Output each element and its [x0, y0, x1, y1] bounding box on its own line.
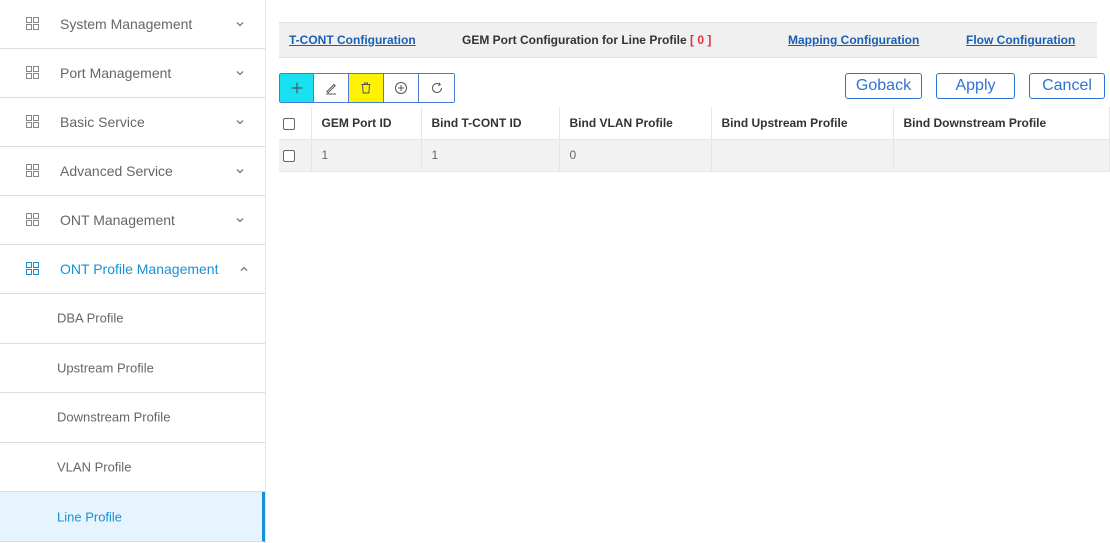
- chevron-up-icon: [240, 266, 248, 271]
- grid-icon: [26, 115, 39, 128]
- menu-label: Advanced Service: [60, 163, 173, 179]
- column-header: Bind Upstream Profile: [711, 107, 894, 139]
- menu-basic-service[interactable]: Basic Service: [0, 98, 265, 147]
- add-button[interactable]: [280, 74, 314, 102]
- delete-button[interactable]: [349, 74, 384, 102]
- tab-gem-label: GEM Port Configuration for Line Profile: [462, 33, 690, 47]
- tab-gem-port-configuration: GEM Port Configuration for Line Profile …: [462, 23, 711, 57]
- chevron-down-icon: [236, 169, 244, 174]
- tab-bar: T-CONT Configuration GEM Port Configurat…: [279, 22, 1097, 58]
- row-checkbox[interactable]: [283, 149, 295, 162]
- grid-icon: [26, 262, 39, 275]
- grid-icon: [26, 164, 39, 177]
- tab-gem-bracket: [ 0 ]: [690, 33, 712, 47]
- sidebar-item-label: DBA Profile: [57, 310, 124, 326]
- chevron-down-icon: [236, 71, 244, 76]
- column-header: Bind T-CONT ID: [421, 107, 560, 139]
- toolbar: [279, 73, 455, 103]
- chevron-down-icon: [236, 22, 244, 27]
- menu-label: Port Management: [60, 65, 172, 81]
- chevron-down-icon: [236, 120, 244, 125]
- select-all-cell: [279, 107, 312, 139]
- sidebar-item-label: Downstream Profile: [57, 409, 171, 425]
- plus-icon: [291, 82, 302, 94]
- menu-label: ONT Management: [60, 212, 175, 228]
- menu-label: ONT Profile Management: [60, 261, 219, 277]
- main-content: T-CONT Configuration GEM Port Configurat…: [279, 0, 1110, 543]
- sidebar-item-label: Line Profile: [57, 509, 123, 525]
- menu-ont-management[interactable]: ONT Management: [0, 196, 265, 245]
- grid-icon: [26, 17, 39, 30]
- tab-flow-configuration[interactable]: Flow Configuration: [966, 23, 1075, 57]
- grid-icon: [26, 66, 39, 79]
- grid-icon: [26, 213, 39, 226]
- menu-port-management[interactable]: Port Management: [0, 49, 265, 98]
- sidebar-item-line-profile[interactable]: Line Profile: [0, 492, 265, 542]
- menu-ont-profile-management[interactable]: ONT Profile Management: [0, 245, 265, 294]
- sidebar-item-downstream-profile[interactable]: Downstream Profile: [0, 393, 265, 443]
- table-row[interactable]: 1 1 0: [279, 138, 1110, 172]
- edit-icon: [326, 83, 336, 95]
- menu-label: Basic Service: [60, 114, 145, 130]
- insert-button[interactable]: [384, 74, 419, 102]
- select-all-checkbox[interactable]: [283, 117, 295, 130]
- cancel-button[interactable]: Cancel: [1029, 73, 1105, 99]
- menu-system-management[interactable]: System Management: [0, 0, 265, 49]
- table-cell: [711, 138, 894, 172]
- tab-tcont-configuration[interactable]: T-CONT Configuration: [289, 23, 416, 57]
- table-header-row: GEM Port ID Bind T-CONT ID Bind VLAN Pro…: [279, 107, 1110, 139]
- trash-icon: [361, 82, 371, 94]
- menu-label: System Management: [60, 16, 193, 32]
- chevron-down-icon: [236, 218, 244, 223]
- table-cell: 1: [311, 138, 422, 172]
- column-header: GEM Port ID: [311, 107, 422, 139]
- table-cell: 0: [559, 138, 712, 172]
- table-cell: [893, 138, 1110, 172]
- circle-plus-icon: [395, 82, 407, 94]
- menu-advanced-service[interactable]: Advanced Service: [0, 147, 265, 196]
- sidebar-item-upstream-profile[interactable]: Upstream Profile: [0, 344, 265, 394]
- column-header: Bind Downstream Profile: [893, 107, 1110, 139]
- sidebar-item-vlan-profile[interactable]: VLAN Profile: [0, 443, 265, 493]
- goback-button[interactable]: Goback: [845, 73, 922, 99]
- column-header: Bind VLAN Profile: [559, 107, 712, 139]
- sidebar-item-dba-profile[interactable]: DBA Profile: [0, 294, 265, 344]
- table-cell: 1: [421, 138, 560, 172]
- apply-button[interactable]: Apply: [936, 73, 1015, 99]
- sidebar-item-label: Upstream Profile: [57, 360, 154, 376]
- sidebar-item-label: VLAN Profile: [57, 459, 132, 475]
- sidebar: System Management Port Management Basic …: [0, 0, 266, 543]
- row-select-cell: [279, 138, 312, 172]
- tab-mapping-configuration[interactable]: Mapping Configuration: [788, 23, 919, 57]
- refresh-button[interactable]: [419, 74, 454, 102]
- refresh-icon: [431, 82, 442, 94]
- gem-port-table: GEM Port ID Bind T-CONT ID Bind VLAN Pro…: [279, 107, 1110, 172]
- edit-button[interactable]: [314, 74, 349, 102]
